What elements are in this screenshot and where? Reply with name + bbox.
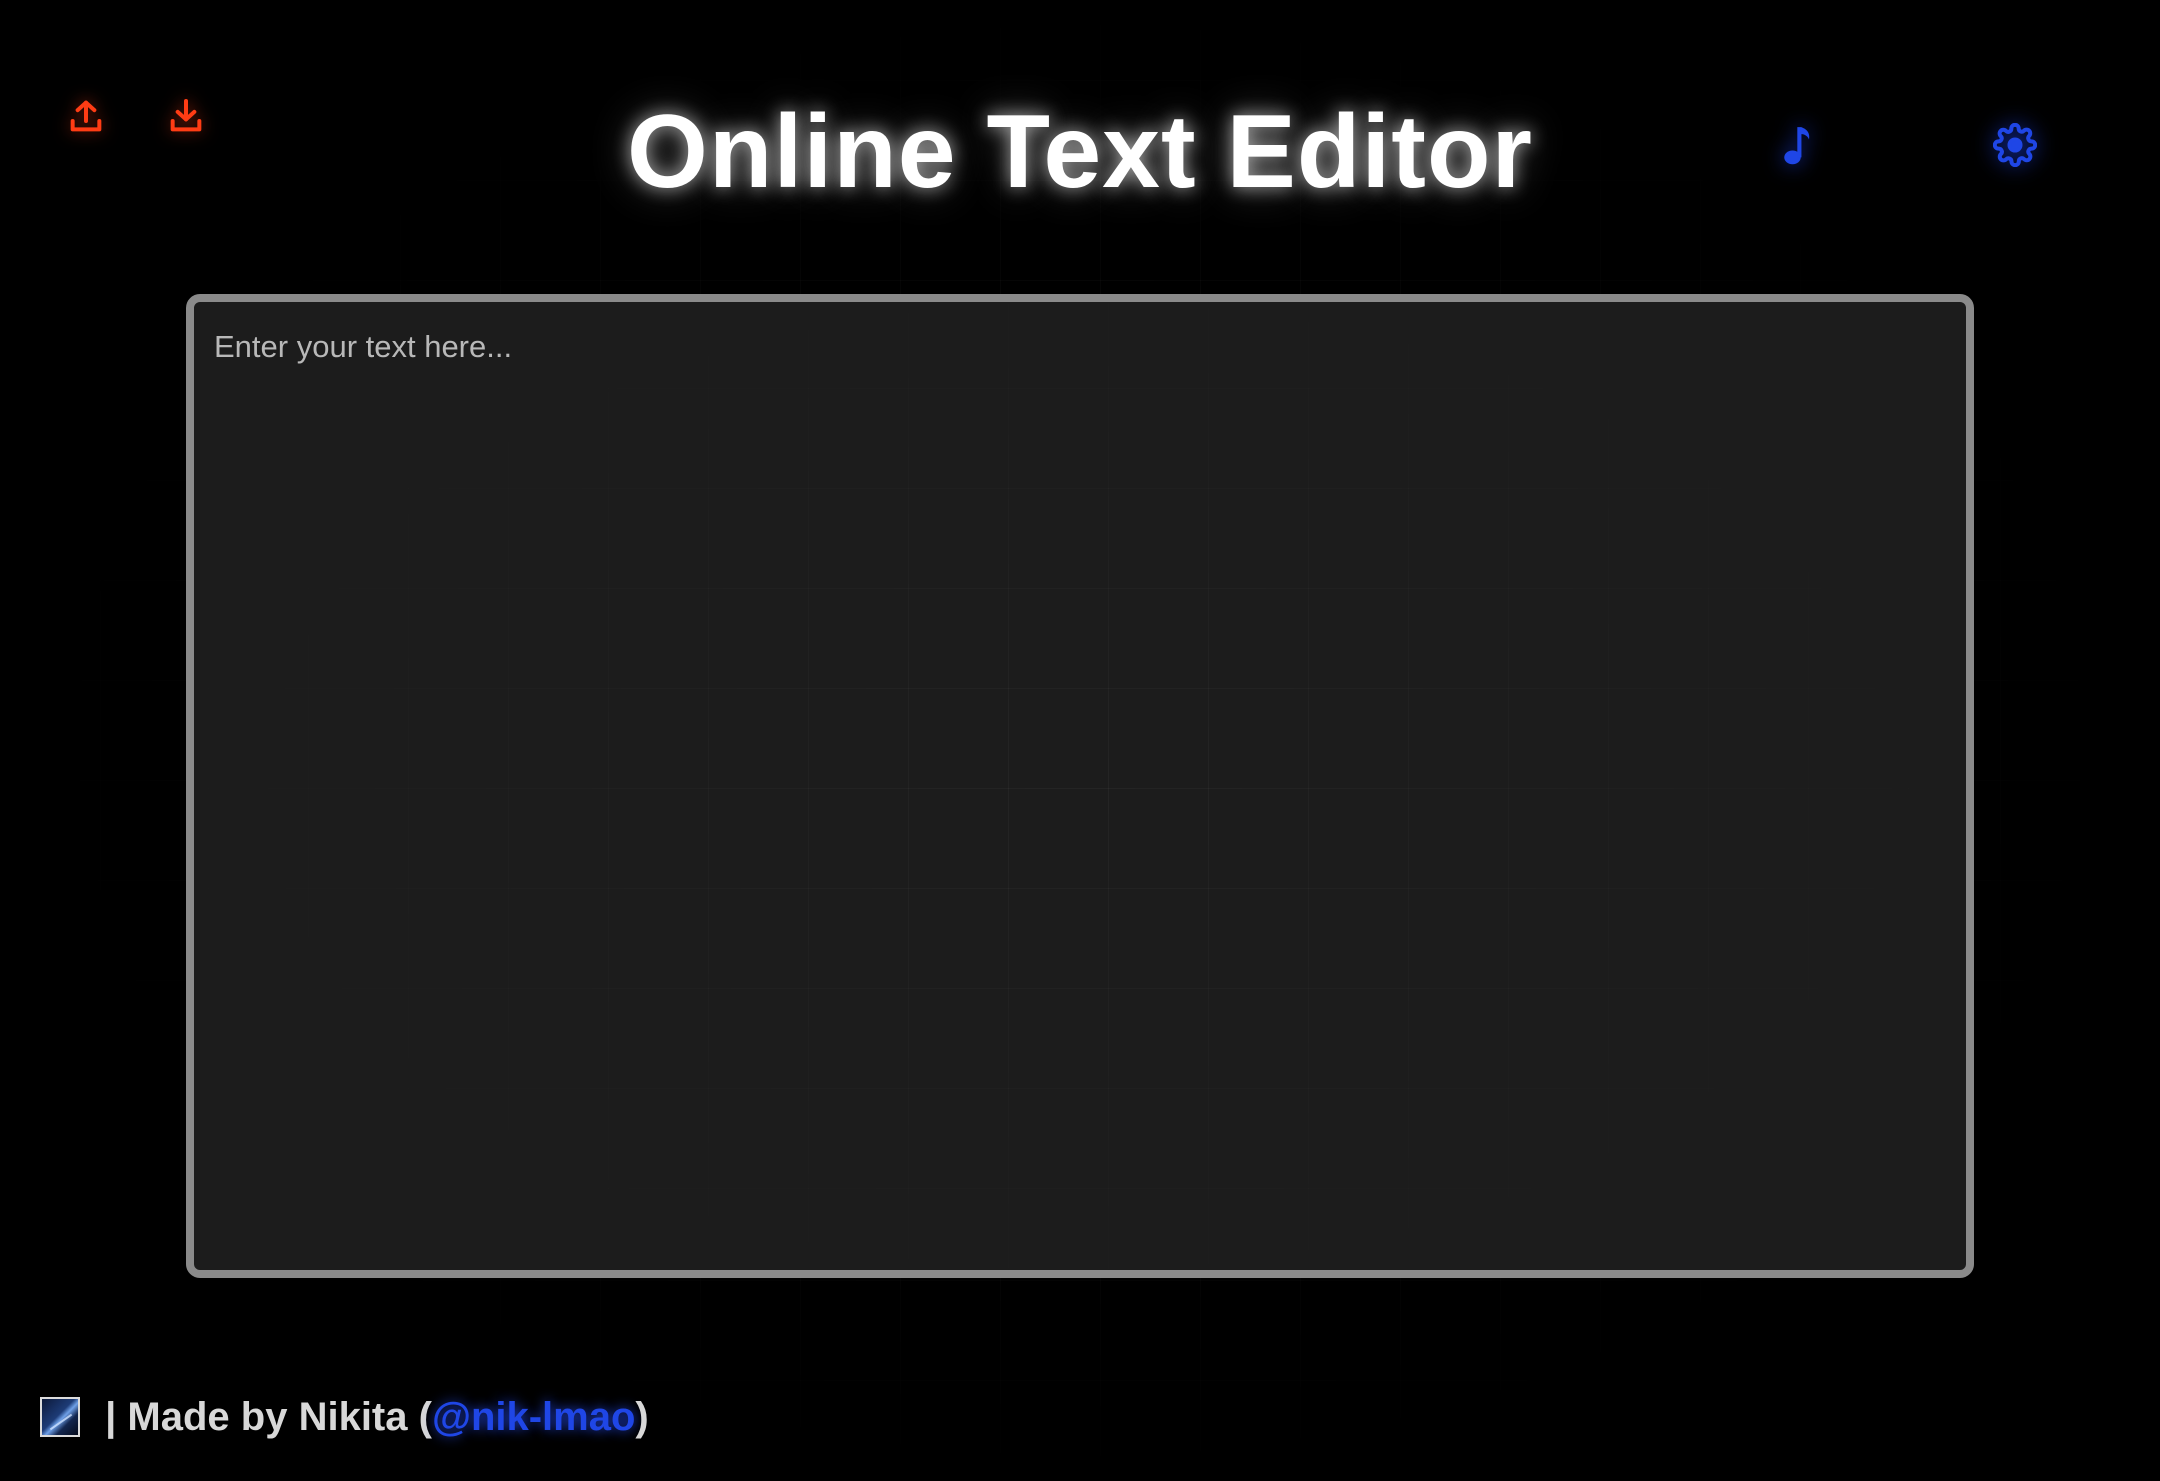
page-title: Online Text Editor [627,94,1533,210]
footer-close-paren: ) [635,1394,649,1439]
footer-credit-text: | Made by Nikita ( [94,1394,432,1439]
music-toggle-button[interactable] [1768,115,1828,175]
text-editor[interactable] [194,302,1966,1270]
gear-icon [1993,123,2037,167]
settings-button[interactable] [1985,115,2045,175]
author-github-link[interactable]: @nik-lmao [432,1395,635,1440]
music-note-icon [1784,127,1810,165]
editor-container [186,294,1974,1278]
author-image-icon [40,1397,80,1437]
footer: | Made by Nikita ( @nik-lmao ) [40,1389,649,1445]
app-page: Online Text Editor | Made by Nikita ( @n… [0,0,2160,1481]
